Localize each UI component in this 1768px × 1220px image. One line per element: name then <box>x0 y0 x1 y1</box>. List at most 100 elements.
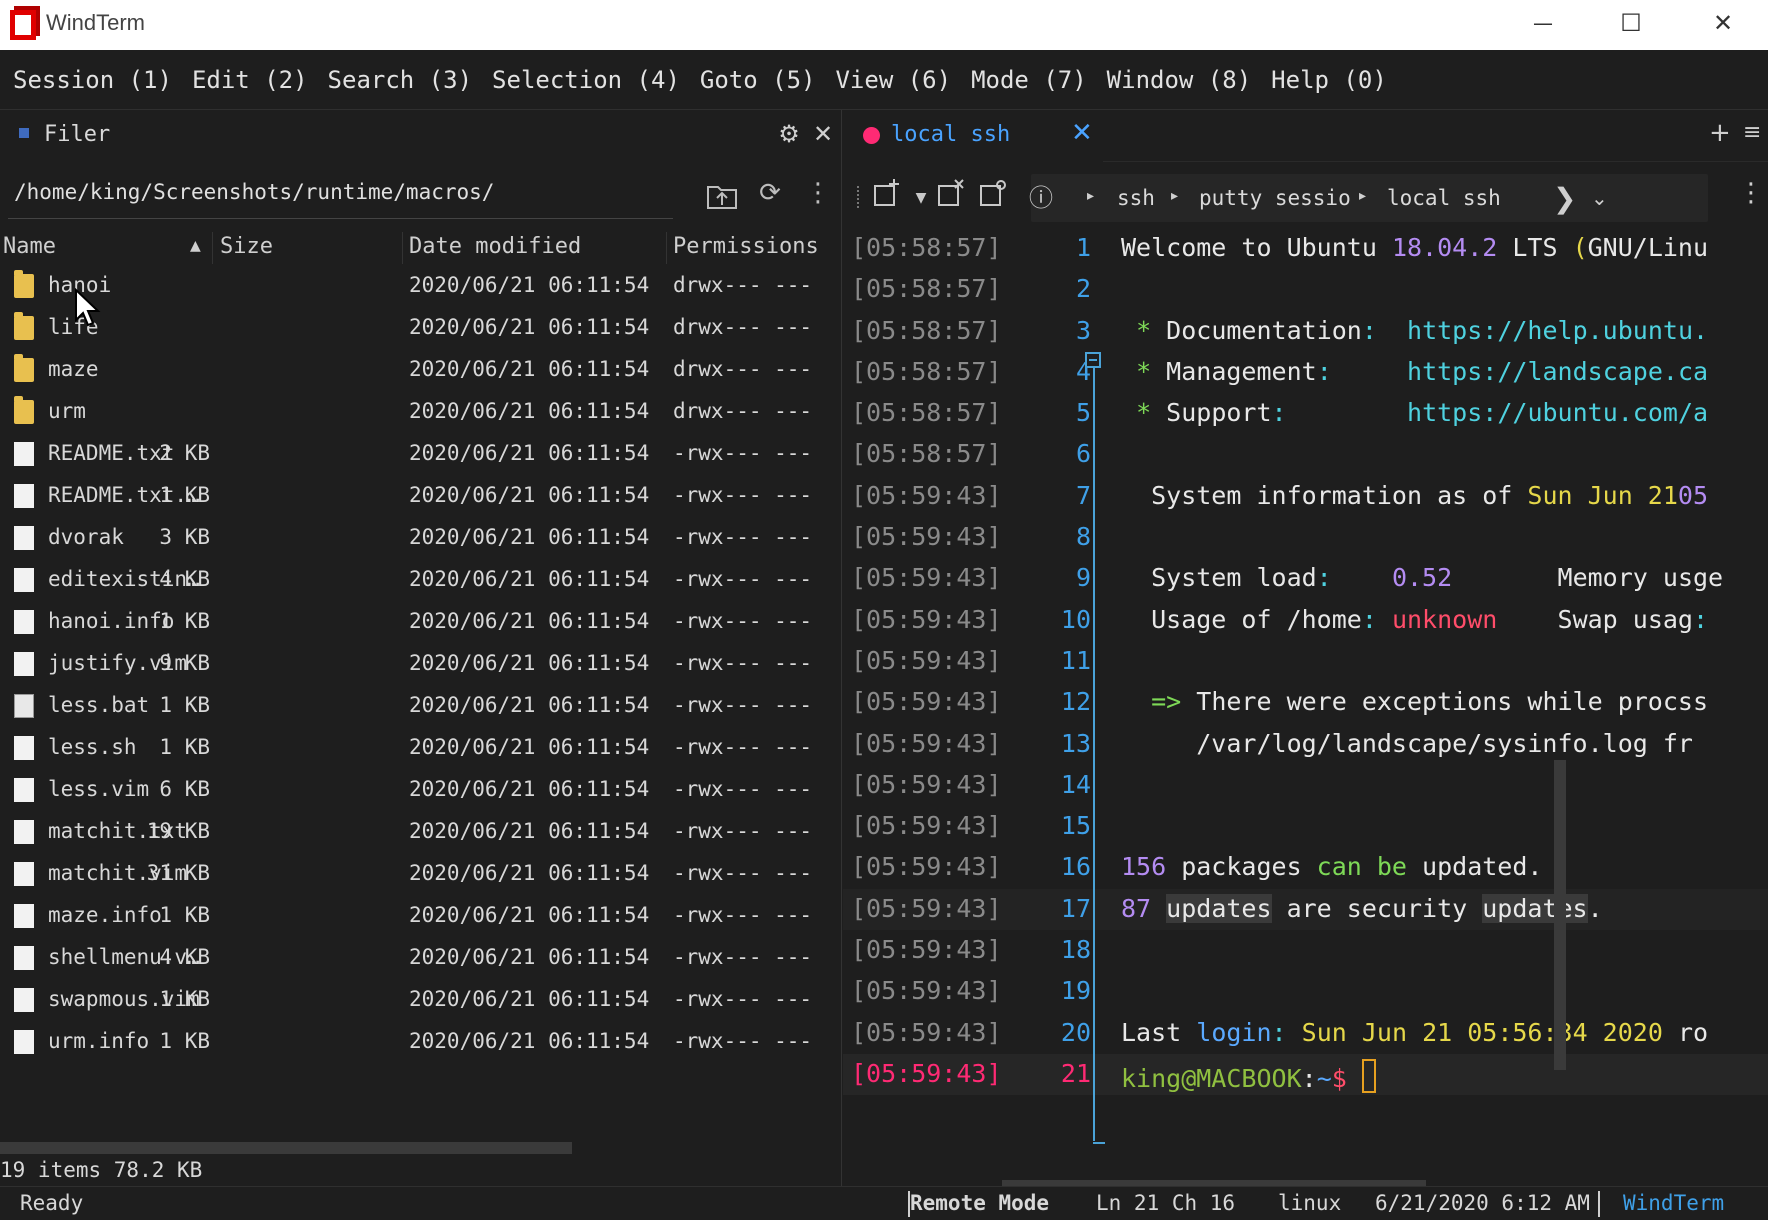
tab-menu-icon[interactable]: ≡ <box>1743 120 1761 145</box>
text-segment: * <box>1136 356 1152 386</box>
path-input[interactable]: /home/king/Screenshots/runtime/macros/ <box>14 180 494 204</box>
gear-icon[interactable]: ⚙ <box>774 120 804 150</box>
text-segment: : <box>1692 604 1709 634</box>
terminal-toolbar: ▼ ⓘ ▸ ssh ▸ putty sessio ▸ local ssh ❯ ⌄… <box>843 172 1768 224</box>
menu-session[interactable]: Session (1) <box>13 66 172 94</box>
menu-goto[interactable]: Goto (5) <box>700 66 816 94</box>
file-row[interactable]: justify.vim 9 KB 2020/06/21 06:11:54 -rwx--… <box>0 644 841 686</box>
line-text: /var/log/landscape/sysinfo.log fr <box>1121 729 1693 758</box>
file-size: 3 KB <box>159 525 210 549</box>
column-separator[interactable] <box>402 232 403 264</box>
fold-toggle-icon[interactable] <box>1085 352 1101 368</box>
column-permissions[interactable]: Permissions <box>673 234 819 259</box>
session-settings-icon[interactable] <box>973 178 1013 218</box>
more-vertical-icon[interactable]: ⋮ <box>1738 178 1764 208</box>
terminal-line: [05:59:43] 17 87 updates are security upda… <box>843 888 1768 931</box>
column-separator[interactable] <box>666 232 667 264</box>
file-row[interactable]: less.vim 6 KB 2020/06/21 06:11:54 -rwx--- -… <box>0 770 841 812</box>
breadcrumb-item[interactable]: putty sessio <box>1199 186 1351 210</box>
menu-view[interactable]: View (6) <box>835 66 951 94</box>
menu-edit[interactable]: Edit (2) <box>192 66 308 94</box>
file-size: 1 KB <box>159 735 210 759</box>
file-row[interactable]: less.bat 1 KB 2020/06/21 06:11:54 -rwx--- -… <box>0 686 841 728</box>
status-os: linux <box>1278 1191 1342 1215</box>
text-segment: ~ <box>1316 1063 1332 1093</box>
chevron-down-icon[interactable]: ⌄ <box>1591 186 1608 210</box>
file-row[interactable]: dvorak 3 KB 2020/06/21 06:11:54 -rwx--- --- <box>0 518 841 560</box>
column-name[interactable]: Name <box>3 234 56 259</box>
breadcrumb-item[interactable]: ssh <box>1117 186 1155 210</box>
text-segment: : <box>1361 315 1377 345</box>
chevron-right-icon[interactable]: ❯ <box>1553 182 1576 215</box>
text-segment: GNU/Linu <box>1587 233 1709 262</box>
menu-window[interactable]: Window (8) <box>1107 66 1252 94</box>
file-row[interactable]: shellmenu.v… 4 KB 2020/06/21 06:11:54 -rwx-… <box>0 938 841 980</box>
file-name: maze.info <box>48 903 162 927</box>
text-segment: Last <box>1121 1017 1197 1047</box>
minimize-button[interactable]: — <box>1498 0 1588 46</box>
text-segment <box>1151 894 1166 923</box>
file-size: 9 KB <box>159 651 210 675</box>
text-segment: System load <box>1121 563 1317 593</box>
file-row[interactable]: maze 2020/06/21 06:11:54 drwx--- --- <box>0 350 841 392</box>
refresh-icon[interactable]: ⟳ <box>752 178 788 214</box>
file-row[interactable]: hanoi.info 1 KB 2020/06/21 06:11:54 -rwx---… <box>0 602 841 644</box>
file-date: 2020/06/21 06:11:54 <box>409 441 650 465</box>
close-window-button[interactable]: ✕ <box>1678 0 1768 46</box>
text-segment: Memory usge <box>1452 563 1724 593</box>
new-tab-icon[interactable]: + <box>1709 118 1731 148</box>
file-row[interactable]: urm 2020/06/21 06:11:54 drwx--- --- <box>0 392 841 434</box>
file-row[interactable]: editexistin… 4 KB 2020/06/21 06:11:54 -rwx-… <box>0 560 841 602</box>
filer-horizontal-scrollbar[interactable] <box>0 1142 572 1154</box>
text-segment <box>1332 357 1407 386</box>
menu-mode[interactable]: Mode (7) <box>971 66 1087 94</box>
file-row[interactable]: swapmous.vim 1 KB 2020/06/21 06:11:54 -rwx-… <box>0 980 841 1022</box>
terminal-vertical-scrollbar[interactable] <box>1554 760 1566 1070</box>
text-segment: /var/log/landscape/sysinfo.log fr <box>1121 728 1693 758</box>
column-separator[interactable] <box>212 232 213 264</box>
more-vertical-icon[interactable]: ⋮ <box>800 178 836 214</box>
line-number: 9 <box>1075 563 1091 593</box>
file-row[interactable]: maze.info 1 KB 2020/06/21 06:11:54 -rwx--- … <box>0 896 841 938</box>
tab-local-ssh[interactable]: local ssh ✕ <box>843 110 1103 162</box>
file-icon <box>14 442 34 466</box>
minimize-icon: — <box>1533 11 1553 35</box>
line-number: 7 <box>1075 480 1091 510</box>
breadcrumb-arrow-icon: ▸ <box>1359 188 1367 204</box>
info-icon[interactable]: ⓘ <box>1021 178 1061 218</box>
upload-folder-icon[interactable] <box>704 178 740 214</box>
file-row[interactable]: life 2020/06/21 06:11:54 drwx--- --- <box>0 308 841 350</box>
text-segment: Sun Jun 21 05:56:34 2020 <box>1301 1017 1663 1047</box>
file-row[interactable]: urm.info 1 KB 2020/06/21 06:11:54 -rwx--- -… <box>0 1022 841 1064</box>
menu-help[interactable]: Help (0) <box>1271 66 1387 94</box>
file-row[interactable]: README.txt.… 1 KB 2020/06/21 06:11:54 -rwx-… <box>0 476 841 518</box>
status-mode[interactable]: Remote Mode <box>910 1191 1049 1215</box>
file-row[interactable]: matchit.vim 31 KB 2020/06/21 06:11:54 -rwx-… <box>0 854 841 896</box>
file-row[interactable]: hanoi 2020/06/21 06:11:54 drwx--- --- <box>0 266 841 308</box>
close-filer-icon[interactable]: ✕ <box>808 120 838 150</box>
detach-session-icon[interactable] <box>931 178 971 218</box>
file-row[interactable]: README.txt 2 KB 2020/06/21 06:11:54 -rwx---… <box>0 434 841 476</box>
status-ready: Ready <box>20 1191 84 1215</box>
status-cursor-position[interactable]: Ln 21 Ch 16 <box>1096 1191 1235 1215</box>
text-segment: Management <box>1151 356 1317 386</box>
file-row[interactable]: less.sh 1 KB 2020/06/21 06:11:54 -rwx--- --… <box>0 728 841 770</box>
file-permissions: -rwx--- --- <box>673 567 813 591</box>
column-size[interactable]: Size <box>220 234 273 259</box>
toolbar-grip-icon[interactable] <box>857 186 861 208</box>
file-row[interactable]: matchit.txt 19 KB 2020/06/21 06:11:54 -rwx-… <box>0 812 841 854</box>
menu-selection[interactable]: Selection (4) <box>492 66 680 94</box>
column-date-modified[interactable]: Date modified <box>409 234 581 259</box>
maximize-button[interactable]: ☐ <box>1586 0 1676 46</box>
terminal-output[interactable]: [05:58:57] 1 Welcome to Ubuntu 18.04.2 LTS… <box>843 228 1768 1158</box>
close-tab-icon[interactable]: ✕ <box>1071 118 1093 148</box>
line-text: Welcome to Ubuntu 18.04.2 LTS (GNU/Linu <box>1121 233 1708 262</box>
text-cursor <box>1361 1058 1376 1093</box>
menu-search[interactable]: Search (3) <box>328 66 473 94</box>
file-date: 2020/06/21 06:11:54 <box>409 903 650 927</box>
file-size: 2 KB <box>159 441 210 465</box>
title-bar: WindTerm — ☐ ✕ <box>0 0 1768 50</box>
breadcrumb-item[interactable]: local ssh <box>1387 186 1501 210</box>
file-permissions: -rwx--- --- <box>673 861 813 885</box>
text-segment: updated. <box>1406 852 1543 882</box>
